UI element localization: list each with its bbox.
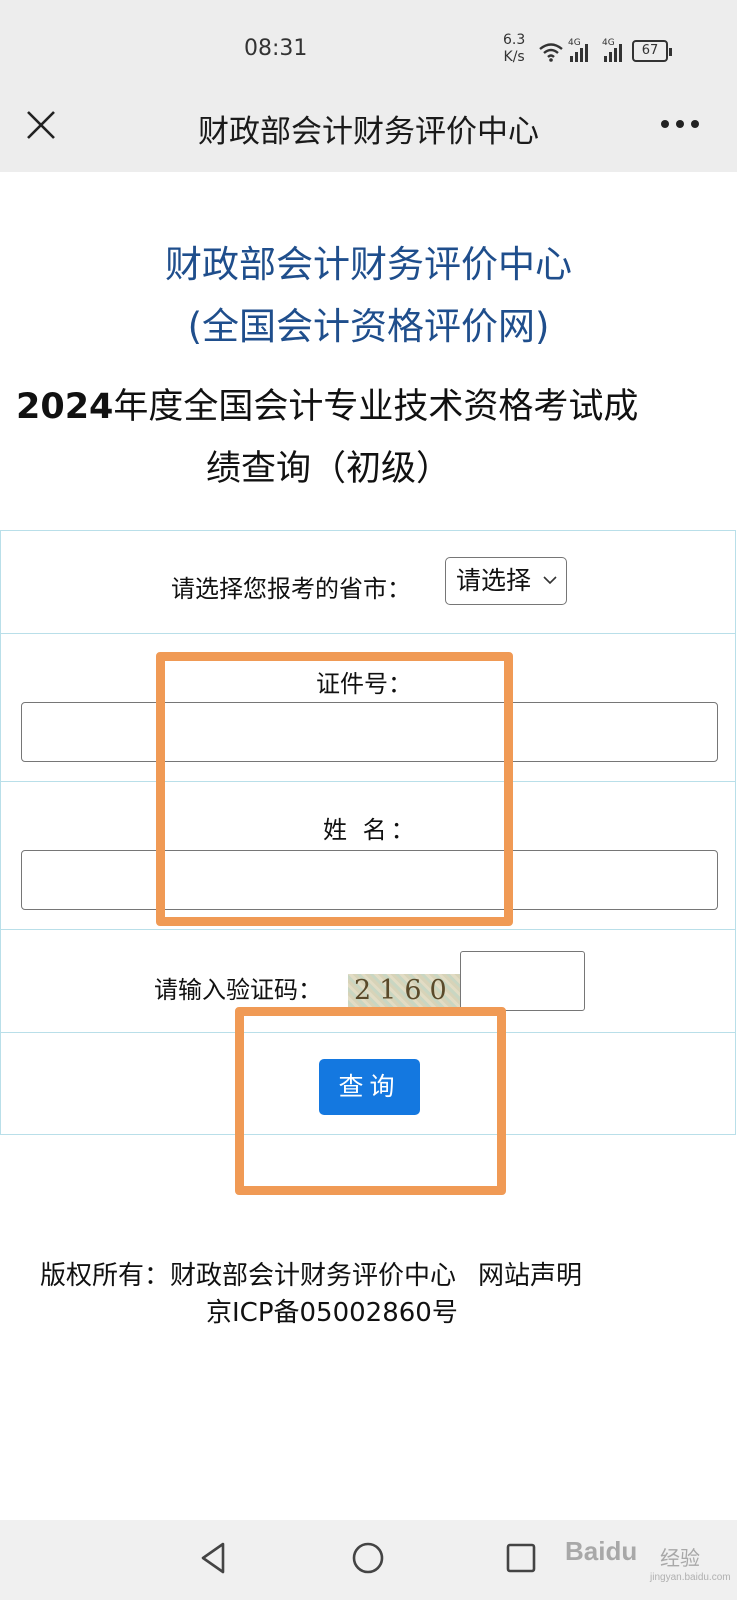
watermark-domain: jingyan.baidu.com [650,1572,731,1583]
home-icon[interactable] [351,1541,385,1575]
nav-bar: 财政部会计财务评价中心 [0,92,737,172]
province-select[interactable]: 请选择 [445,557,567,605]
site-name: 财政部会计财务评价中心 [165,243,572,286]
site-statement-link[interactable]: 网站声明 [478,1261,582,1291]
watermark-jingyan: 经验 [660,1546,700,1570]
page-title-line1: 年度全国会计专业技术资格考试成 [113,387,639,427]
status-bar: 08:31 6.3 K/s 4G 4G 67 [0,0,737,92]
province-label: 请选择您报考的省市： [171,575,411,603]
battery-icon: 67 [632,40,668,62]
back-icon[interactable] [198,1540,228,1576]
signal-icon: 4G [568,38,588,62]
status-time: 08:31 [244,36,308,61]
copyright-text: 版权所有：财政部会计财务评价中心 [40,1261,457,1291]
signal-tag: 4G [568,38,581,48]
network-speed-value: 6.3 [503,32,526,48]
more-icon[interactable] [659,118,701,130]
page-title-line2: 绩查询（初级） [206,449,452,489]
network-speed-unit: K/s [503,49,525,65]
icp-number: 京ICP备05002860号 [206,1298,458,1328]
captcha-image[interactable]: 2160 [348,974,460,1008]
recent-apps-icon[interactable] [505,1542,537,1574]
page-title: 2024年度全国会计专业技术资格考试成 [16,378,638,429]
annotation-box-query [235,1007,506,1195]
signal-tag: 4G [602,38,615,48]
battery-tip [669,48,672,56]
chevron-down-icon [543,576,557,585]
site-subtitle: (全国会计资格评价网) [187,305,550,348]
system-nav-bar: Baidu 经验 jingyan.baidu.com [0,1520,737,1600]
wifi-icon [539,43,563,62]
copyright: 版权所有：财政部会计财务评价中心 网站声明 [40,1255,582,1292]
annotation-box-id-name [156,652,513,926]
province-select-value: 请选择 [456,566,532,595]
status-icons: 4G 4G 67 [538,38,672,62]
captcha-input[interactable] [460,951,585,1011]
nav-title: 财政部会计财务评价中心 [198,114,539,150]
network-speed: 6.3 K/s [503,32,525,66]
page-title-year: 2024 [16,387,114,427]
signal-icon: 4G [602,38,622,62]
baidu-watermark: Baidu [565,1536,638,1566]
captcha-label: 请输入验证码： [154,976,322,1004]
province-row: 请选择您报考的省市： 请选择 [1,531,735,634]
